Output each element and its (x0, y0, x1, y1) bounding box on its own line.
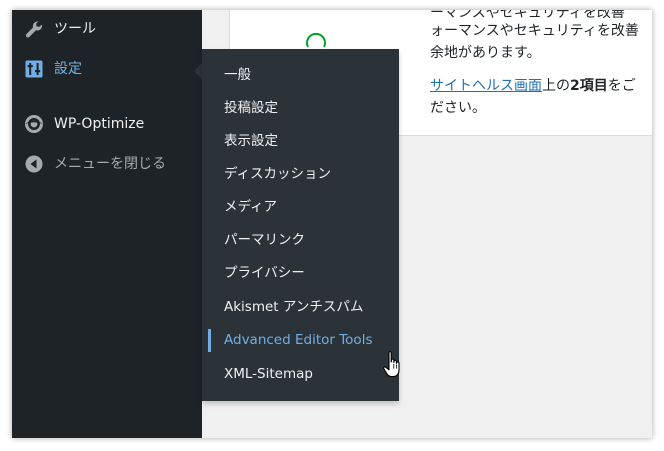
submenu-item-label: プライバシー (224, 265, 305, 281)
submenu-item-privacy[interactable]: プライバシー (202, 257, 399, 290)
submenu-item-label: 表示設定 (224, 133, 278, 149)
panel-text-line: ォーマンスやセキュリティを改善 (430, 23, 639, 39)
submenu-item-permalinks[interactable]: パーマリンク (202, 224, 399, 257)
hand-cursor-icon (383, 351, 400, 378)
sidebar-item-tools[interactable]: ツール (12, 12, 202, 46)
submenu-item-label: 一般 (224, 67, 251, 83)
sidebar-item-settings[interactable]: 設定 (12, 52, 202, 86)
wrench-icon (25, 21, 42, 38)
admin-sidebar: ツール 設定 WP-Optimize メニューを閉じる (12, 10, 202, 438)
sidebar-item-label: メニューを閉じる (54, 156, 166, 172)
panel-text-line: 余地があります。 (430, 45, 541, 61)
active-indicator (208, 329, 211, 352)
panel-text-fragment: をご (607, 78, 636, 94)
panel-text-fragment: 上の (542, 78, 570, 94)
submenu-pointer (194, 63, 202, 79)
panel-text-line: サイトヘルス画面上の2項目をご (430, 75, 652, 97)
panel-text-clipped: ーマンスやセキュリティを改善 (430, 10, 625, 20)
settings-submenu: 一般 投稿設定 表示設定 ディスカッション メディア パーマリンク プライバシー… (202, 49, 399, 401)
submenu-item-xml-sitemap[interactable]: XML-Sitemap (202, 358, 399, 391)
sidebar-item-label: 設定 (54, 61, 82, 77)
submenu-item-akismet[interactable]: Akismet アンチスパム (202, 291, 399, 324)
settings-sliders-icon (25, 60, 43, 78)
sidebar-item-label: WP-Optimize (54, 116, 145, 132)
submenu-item-label: ディスカッション (224, 166, 332, 182)
wp-optimize-icon (25, 115, 43, 133)
panel-text-line: ださい。 (430, 100, 486, 116)
collapse-menu-button[interactable]: メニューを閉じる (12, 147, 202, 181)
submenu-item-label: Advanced Editor Tools (224, 332, 373, 348)
submenu-item-media[interactable]: メディア (202, 191, 399, 224)
submenu-item-label: XML-Sitemap (224, 366, 313, 382)
site-health-link[interactable]: サイトヘルス画面 (430, 78, 542, 94)
submenu-item-label: パーマリンク (224, 232, 305, 248)
site-health-message: ーマンスやセキュリティを改善 ォーマンスやセキュリティを改善 余地があります。 … (430, 10, 652, 119)
submenu-item-discussion[interactable]: ディスカッション (202, 158, 399, 191)
panel-text-bold: 2項目 (570, 78, 608, 94)
submenu-item-writing[interactable]: 投稿設定 (202, 92, 399, 125)
submenu-item-label: Akismet アンチスパム (224, 299, 364, 315)
submenu-item-general[interactable]: 一般 (202, 59, 399, 92)
submenu-item-label: メディア (224, 199, 278, 215)
collapse-menu-icon (25, 155, 43, 173)
sidebar-item-label: ツール (54, 21, 96, 37)
submenu-item-advanced-editor-tools[interactable]: Advanced Editor Tools (202, 324, 399, 357)
sidebar-item-wp-optimize[interactable]: WP-Optimize (12, 107, 202, 141)
submenu-item-reading[interactable]: 表示設定 (202, 125, 399, 158)
wp-admin-window: ーマンスやセキュリティを改善 ォーマンスやセキュリティを改善 余地があります。 … (12, 10, 652, 438)
submenu-item-label: 投稿設定 (224, 100, 278, 116)
